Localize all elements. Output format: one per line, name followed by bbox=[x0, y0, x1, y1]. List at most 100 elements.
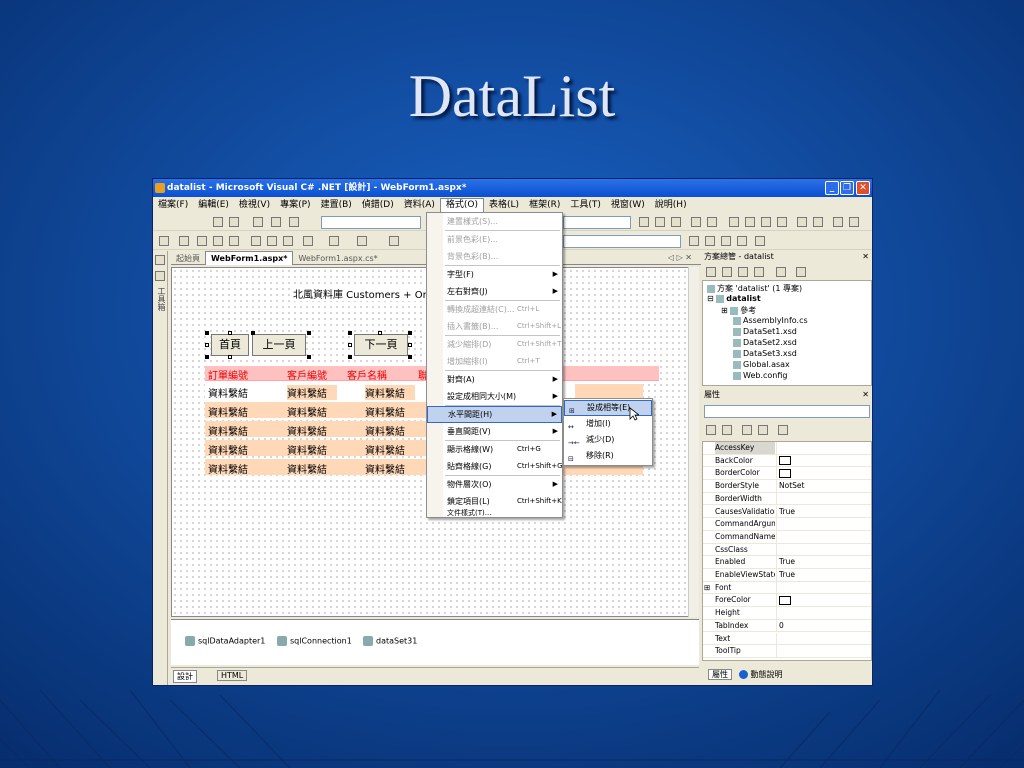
backcolor-icon[interactable] bbox=[707, 217, 717, 227]
tree-node[interactable]: ⊟ datalist bbox=[707, 294, 761, 303]
indent-icon[interactable] bbox=[849, 217, 859, 227]
paste-icon[interactable] bbox=[283, 236, 293, 246]
first-page-button[interactable]: 首頁 bbox=[211, 334, 249, 356]
property-row[interactable]: Height bbox=[703, 607, 871, 620]
tree-node[interactable]: DataSet3.xsd bbox=[733, 349, 797, 358]
resize-handle[interactable] bbox=[205, 355, 209, 359]
close-icon[interactable]: ✕ bbox=[862, 389, 869, 401]
property-pages-icon[interactable] bbox=[778, 425, 788, 435]
resize-handle[interactable] bbox=[408, 355, 412, 359]
table-row[interactable]: 資料繫結 資料繫結 資料繫結 bbox=[205, 383, 643, 400]
resize-handle[interactable] bbox=[307, 355, 311, 359]
menu-item-show-grid[interactable]: 顯示格線(W) Ctrl+G bbox=[427, 441, 562, 458]
menu-item-bookmark[interactable]: 插入書籤(B)... Ctrl+Shift+L bbox=[427, 318, 562, 335]
menu-item-doc-styles[interactable]: 文件樣式(T)... bbox=[427, 509, 562, 518]
redo-icon[interactable] bbox=[329, 236, 339, 246]
property-row[interactable]: ToolTip bbox=[703, 645, 871, 658]
menu-item-horizontal-spacing[interactable]: 水平間距(H) ▶ bbox=[427, 406, 562, 423]
component-item[interactable]: dataSet31 bbox=[363, 636, 417, 646]
submenu-remove[interactable]: ⊟ 移除(R) bbox=[564, 448, 652, 464]
tree-node[interactable]: ⊞ 參考 bbox=[721, 305, 756, 316]
property-row[interactable]: CausesValidation True bbox=[703, 505, 871, 519]
resize-handle[interactable] bbox=[228, 355, 232, 359]
menu-item-forecolor[interactable]: 前景色彩(E)... bbox=[427, 231, 562, 248]
align-left-icon[interactable] bbox=[729, 217, 739, 227]
refresh-icon[interactable] bbox=[738, 267, 748, 277]
solution-explorer-icon[interactable] bbox=[689, 236, 699, 246]
property-row[interactable]: AccessKey bbox=[703, 442, 871, 455]
tab-start-page[interactable]: 起始頁 bbox=[171, 252, 205, 266]
tab-webform-aspx[interactable]: WebForm1.aspx* bbox=[205, 251, 294, 265]
menu-item-align[interactable]: 對齊(A) ▶ bbox=[427, 371, 562, 388]
menu-data[interactable]: 資料(A) bbox=[399, 198, 440, 213]
property-row[interactable]: ForeColor bbox=[703, 594, 871, 608]
menu-window[interactable]: 視窗(W) bbox=[606, 198, 650, 213]
font-size-combo[interactable] bbox=[563, 216, 631, 229]
menu-item-same-size[interactable]: 設定成相同大小(M) ▶ bbox=[427, 388, 562, 405]
resize-handle[interactable] bbox=[348, 331, 352, 335]
menu-item-build-style[interactable]: 建置樣式(S)... bbox=[427, 213, 562, 230]
tools-icon[interactable] bbox=[737, 236, 747, 246]
position-icon[interactable] bbox=[271, 217, 281, 227]
properties-icon[interactable] bbox=[706, 267, 716, 277]
menu-file[interactable]: 檔案(F) bbox=[153, 198, 193, 213]
menu-project[interactable]: 專案(P) bbox=[275, 198, 315, 213]
tab-html-view[interactable]: HTML bbox=[217, 670, 248, 681]
toolbox-icon[interactable] bbox=[155, 271, 165, 281]
new-project-icon[interactable] bbox=[159, 236, 169, 246]
server-explorer-icon[interactable] bbox=[155, 255, 165, 265]
design-scrollbar[interactable] bbox=[688, 267, 699, 617]
resize-handle[interactable] bbox=[378, 331, 382, 335]
tab-nav-controls[interactable]: ◁ ▷ ✕ bbox=[663, 251, 697, 265]
forecolor-icon[interactable] bbox=[691, 217, 701, 227]
menu-table[interactable]: 表格(L) bbox=[484, 198, 524, 213]
zorder-icon[interactable] bbox=[289, 217, 299, 227]
view-code-icon[interactable] bbox=[754, 267, 764, 277]
lock-icon[interactable] bbox=[253, 217, 263, 227]
tab-properties[interactable]: 屬性 bbox=[708, 669, 732, 680]
menu-edit[interactable]: 編輯(E) bbox=[193, 198, 234, 213]
restore-button[interactable]: ❐ bbox=[840, 181, 854, 195]
menu-item-vertical-spacing[interactable]: 垂直間距(V) ▶ bbox=[427, 423, 562, 440]
italic-icon[interactable] bbox=[655, 217, 665, 227]
property-row[interactable]: Enabled True bbox=[703, 556, 871, 569]
prev-page-button[interactable]: 上一頁 bbox=[252, 334, 306, 356]
property-row[interactable]: ⊞ Font bbox=[703, 581, 871, 595]
property-row[interactable]: BorderWidth bbox=[703, 492, 871, 506]
next-page-button[interactable]: 下一頁 bbox=[354, 334, 408, 356]
resize-handle[interactable] bbox=[251, 331, 255, 335]
align-right-icon[interactable] bbox=[761, 217, 771, 227]
menu-item-justify[interactable]: 左右對齊(J) ▶ bbox=[427, 283, 562, 300]
outdent-icon[interactable] bbox=[833, 217, 843, 227]
save-icon[interactable] bbox=[213, 236, 223, 246]
menu-frame[interactable]: 框架(R) bbox=[524, 198, 565, 213]
close-icon[interactable]: ✕ bbox=[862, 251, 869, 263]
justify-icon[interactable] bbox=[777, 217, 787, 227]
cut-icon[interactable] bbox=[251, 236, 261, 246]
menu-item-outdent[interactable]: 減少縮排(D) Ctrl+Shift+T bbox=[427, 336, 562, 353]
menu-help[interactable]: 說明(H) bbox=[650, 198, 692, 213]
navigate-icon[interactable] bbox=[357, 236, 367, 246]
properties-view-icon[interactable] bbox=[742, 425, 752, 435]
resize-handle[interactable] bbox=[348, 343, 352, 347]
underline-icon[interactable] bbox=[671, 217, 681, 227]
property-row[interactable]: Text bbox=[703, 632, 871, 646]
numbered-list-icon[interactable] bbox=[797, 217, 807, 227]
events-icon[interactable] bbox=[758, 425, 768, 435]
properties-window-icon[interactable] bbox=[705, 236, 715, 246]
bullet-list-icon[interactable] bbox=[813, 217, 823, 227]
categorized-icon[interactable] bbox=[706, 425, 716, 435]
resize-handle[interactable] bbox=[228, 331, 232, 335]
save-all-icon[interactable] bbox=[229, 236, 239, 246]
close-button[interactable]: ✕ bbox=[856, 181, 870, 195]
resize-handle[interactable] bbox=[408, 343, 412, 347]
expand-icon[interactable]: ⊞ bbox=[704, 582, 710, 594]
component-item[interactable]: sqlConnection1 bbox=[277, 636, 352, 646]
resize-handle[interactable] bbox=[205, 331, 209, 335]
copy-project-icon[interactable] bbox=[796, 267, 806, 277]
property-row[interactable]: CommandName bbox=[703, 530, 871, 544]
object-selector-combo[interactable] bbox=[704, 405, 870, 418]
toolbox-window-icon[interactable] bbox=[721, 236, 731, 246]
block-format-combo[interactable] bbox=[321, 216, 421, 229]
config-combo[interactable] bbox=[563, 235, 681, 248]
